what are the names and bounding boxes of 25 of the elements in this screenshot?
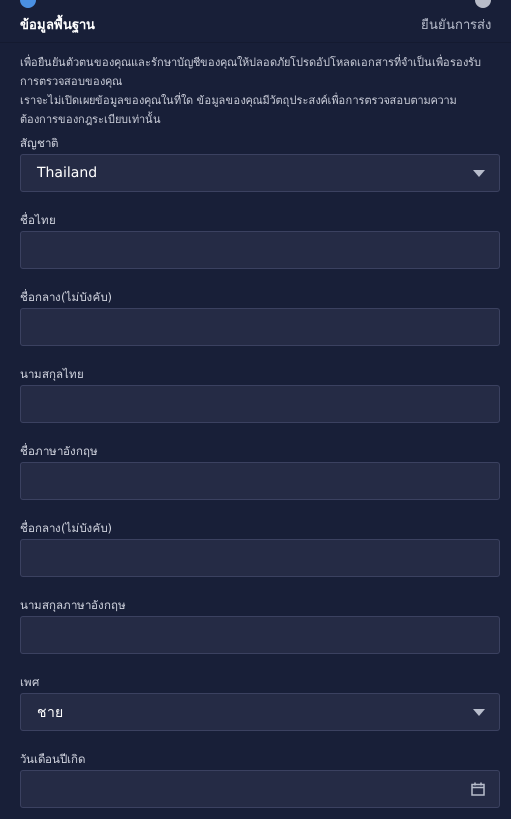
field-label: ชื่อภาษาอังกฤษ — [20, 442, 98, 460]
step-label[interactable]: ข้อมูลพื้นฐาน — [20, 12, 95, 35]
caret-icon — [473, 708, 485, 716]
field-label: ชื่อกลาง(ไม่บังคับ) — [20, 519, 112, 537]
select-field[interactable]: ชาย — [20, 693, 500, 731]
input-field[interactable] — [20, 385, 500, 423]
intro-text: เพื่อยืนยันตัวตนของคุณและรักษาบัญชีของคุณให้ปลอดภัยโปรดอัปโหลดเอกสารที่จำเป็นเพื่อรองรับการตรวจสอบของคุณ — [20, 54, 482, 90]
field-label: ชื่อกลาง(ไม่บังคับ) — [20, 288, 112, 306]
field-label: เพศ — [20, 674, 39, 691]
input-field[interactable] — [20, 308, 500, 346]
field-label: นามสกุลภาษาอังกฤษ — [20, 597, 126, 614]
field-label: วันเดือนปีเกิด — [20, 751, 85, 768]
select-field[interactable]: Thailand — [20, 154, 500, 192]
input-field[interactable] — [20, 616, 500, 654]
date-field[interactable] — [20, 770, 500, 808]
step-label[interactable]: ยืนยันการส่ง — [421, 12, 491, 35]
caret-icon — [473, 170, 485, 176]
input-field[interactable] — [20, 539, 500, 577]
field-label: ชื่อไทย — [20, 211, 56, 229]
calendar-icon — [471, 782, 485, 796]
intro-text: เราจะไม่เปิดเผยข้อมูลของคุณในที่ใด ข้อมูลของคุณมีวัตถุประสงค์เพื่อการตรวจสอบตามความต้องการของกฎระเบียบเท่านั้น — [20, 92, 458, 128]
field-label: นามสกุลไทย — [20, 366, 84, 383]
input-field[interactable] — [20, 462, 500, 500]
input-field[interactable] — [20, 231, 500, 269]
field-label: สัญชาติ — [20, 135, 58, 152]
